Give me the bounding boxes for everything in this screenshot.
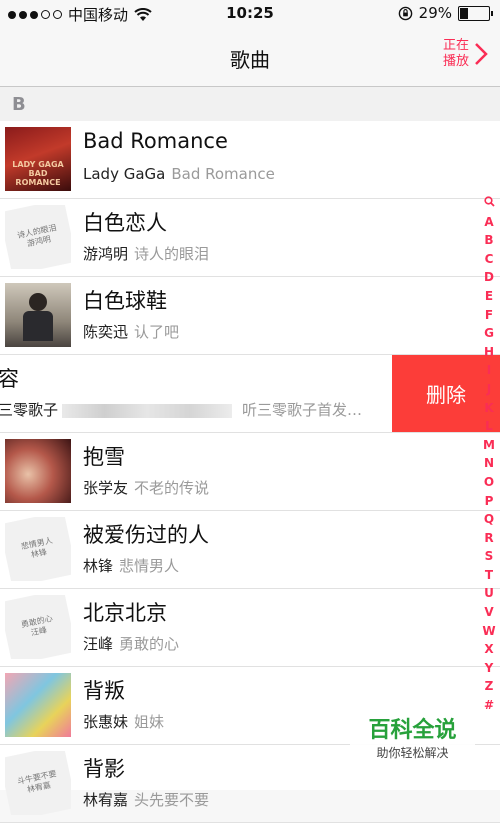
artist-name: 游鸿明 xyxy=(83,245,129,263)
index-letter[interactable]: C xyxy=(485,250,494,269)
song-title: 背影 xyxy=(83,757,125,781)
song-row[interactable]: 勇敢的心 汪峰 北京北京 汪峰 勇敢的心 xyxy=(0,589,500,667)
index-letter[interactable]: X xyxy=(484,640,493,659)
album-name: 诗人的眼泪 xyxy=(134,245,210,263)
redacted-text xyxy=(62,403,233,418)
song-title: Bad Romance xyxy=(83,129,228,153)
section-header: B xyxy=(0,87,500,121)
artist-name: 三零歌子 xyxy=(0,401,59,419)
song-meta: 游鸿明 诗人的眼泪 xyxy=(83,243,209,264)
song-meta: 林宥嘉 头先要不要 xyxy=(83,789,209,810)
index-letter[interactable]: S xyxy=(485,547,494,566)
song-meta: 陈奕迅 认了吧 xyxy=(83,321,179,342)
album-name: 头先要不要 xyxy=(134,791,210,809)
index-letter[interactable]: J xyxy=(487,380,491,399)
album-name: Bad Romance xyxy=(171,165,275,183)
battery-group: 29% xyxy=(398,4,493,22)
index-letter[interactable]: L xyxy=(485,417,493,436)
battery-icon xyxy=(458,5,493,21)
index-letter[interactable]: G xyxy=(484,324,494,343)
album-name: 认了吧 xyxy=(134,323,180,341)
battery-label: 29% xyxy=(418,4,452,22)
artist-name: Lady GaGa xyxy=(83,165,166,183)
navigation-bar: 歌曲 正在 播放 xyxy=(0,28,500,87)
artist-name: 林锋 xyxy=(83,557,114,575)
index-letter[interactable]: # xyxy=(484,696,494,715)
song-row[interactable]: 悲情男人 林锋 被爱伤过的人 林锋 悲情男人 xyxy=(0,511,500,589)
album-name: 不老的传说 xyxy=(134,479,210,497)
album-art xyxy=(5,439,71,503)
index-letter[interactable]: Z xyxy=(485,677,494,696)
artist-name: 张惠妹 xyxy=(83,713,129,731)
album-art: 斗牛要不要 林宥嘉 xyxy=(5,751,71,815)
album-art: 悲情男人 林锋 xyxy=(5,517,71,581)
rotation-lock-icon xyxy=(398,6,412,20)
album-art xyxy=(5,673,71,737)
album-art: 诗人的眼泪 游鸿明 xyxy=(5,205,71,269)
song-title: 白色恋人 xyxy=(83,211,167,235)
index-letter[interactable]: Y xyxy=(485,659,494,678)
song-row[interactable]: LADY GAGA BAD ROMANCE Bad Romance Lady GaG… xyxy=(0,121,500,199)
artist-name: 陈奕迅 xyxy=(83,323,129,341)
index-letter[interactable]: H xyxy=(484,343,494,362)
index-letter[interactable]: Q xyxy=(484,510,494,529)
song-meta: 汪峰 勇敢的心 xyxy=(83,633,179,654)
index-letter[interactable]: E xyxy=(485,287,493,306)
index-letter[interactable]: N xyxy=(484,454,494,473)
index-search-icon[interactable] xyxy=(483,194,495,213)
index-letter[interactable]: F xyxy=(485,306,493,325)
song-meta: 张学友 不老的传说 xyxy=(83,477,209,498)
song-meta: Lady GaGa Bad Romance xyxy=(83,165,275,183)
song-row[interactable]: 抱雪张学友 不老的传说 xyxy=(0,433,500,511)
song-row[interactable]: 容三零歌子 听三零歌子首发… 删除 xyxy=(0,355,500,433)
song-meta: 张惠妹 姐妹 xyxy=(83,711,164,732)
artist-name: 林宥嘉 xyxy=(83,791,129,809)
song-title: 背叛 xyxy=(83,679,125,703)
index-letter[interactable]: V xyxy=(484,603,493,622)
now-playing-button[interactable]: 正在 播放 xyxy=(442,38,488,70)
index-letter[interactable]: R xyxy=(484,529,493,548)
album-art: 勇敢的心 汪峰 xyxy=(5,595,71,659)
song-title: 北京北京 xyxy=(83,601,167,625)
song-row[interactable]: 白色球鞋陈奕迅 认了吧 xyxy=(0,277,500,355)
album-name: 姐妹 xyxy=(134,713,165,731)
song-meta: 林锋 悲情男人 xyxy=(83,555,179,576)
index-letter[interactable]: D xyxy=(484,268,494,287)
now-playing-label: 正在 播放 xyxy=(442,38,469,69)
album-art xyxy=(5,283,71,347)
artist-name: 汪峰 xyxy=(83,635,114,653)
status-bar: 中国移动 10:25 29% xyxy=(0,0,500,28)
song-title: 被爱伤过的人 xyxy=(83,523,209,547)
index-letter[interactable]: T xyxy=(485,566,493,585)
index-letter[interactable]: A xyxy=(484,213,493,232)
album-name: 勇敢的心 xyxy=(119,635,180,653)
index-letter[interactable]: P xyxy=(485,492,494,511)
page-title: 歌曲 xyxy=(230,48,270,72)
artist-name: 张学友 xyxy=(83,479,129,497)
index-letter[interactable]: W xyxy=(482,622,495,641)
chevron-right-icon xyxy=(475,43,488,65)
alphabet-index[interactable]: A B C D E F G H I J K L M N O P Q R S T U V W X Y Z # xyxy=(482,194,496,715)
song-title: 容 xyxy=(0,367,19,391)
index-letter[interactable]: M xyxy=(483,436,495,455)
index-letter[interactable]: K xyxy=(484,399,493,418)
song-title: 白色球鞋 xyxy=(83,289,167,313)
song-title: 抱雪 xyxy=(83,445,125,469)
song-meta: 三零歌子 听三零歌子首发… xyxy=(0,399,362,420)
index-letter[interactable]: I xyxy=(487,361,491,380)
watermark-logo: 百科全说 助你轻松解决 xyxy=(350,706,475,766)
index-letter[interactable]: O xyxy=(484,473,494,492)
album-art: LADY GAGA BAD ROMANCE xyxy=(5,127,71,191)
song-row[interactable]: 诗人的眼泪 游鸿明 白色恋人 游鸿明 诗人的眼泪 xyxy=(0,199,500,277)
album-name: 听三零歌子首发… xyxy=(242,401,363,419)
album-name: 悲情男人 xyxy=(119,557,180,575)
song-list[interactable]: B LADY GAGA BAD ROMANCE Bad Romance Lady G… xyxy=(0,87,500,823)
index-letter[interactable]: B xyxy=(484,231,493,250)
index-letter[interactable]: U xyxy=(484,584,494,603)
